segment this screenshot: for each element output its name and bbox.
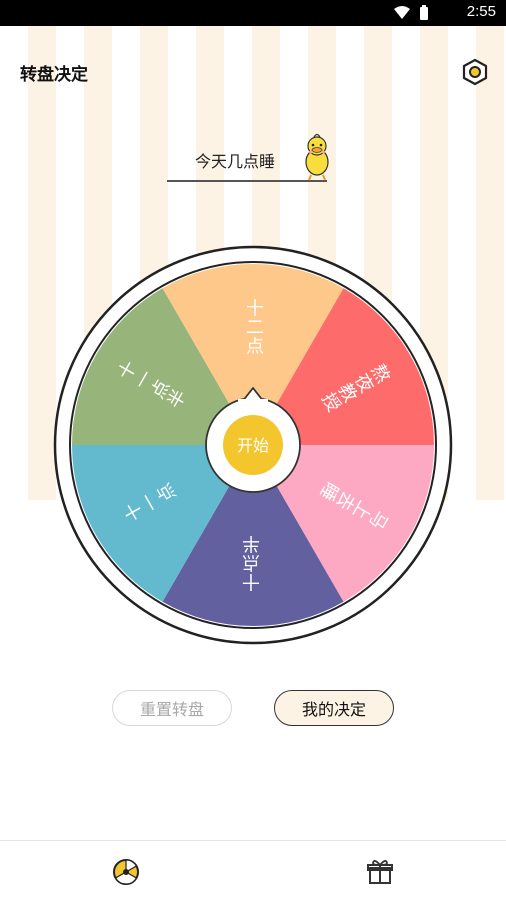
status-bar: 2:55 <box>0 0 506 26</box>
bottom-nav <box>0 840 506 901</box>
wheel-segment-label: 十二点 <box>243 298 264 355</box>
settings-icon[interactable] <box>461 58 489 86</box>
battery-icon <box>420 7 428 20</box>
status-time: 2:55 <box>466 3 496 20</box>
nav-wheel-icon[interactable] <box>111 857 141 887</box>
duck-icon <box>305 133 329 181</box>
status-icons <box>394 5 428 20</box>
wheel-segment-label: 十点半 <box>242 535 263 592</box>
reset-wheel-button[interactable]: 重置转盘 <box>112 690 232 726</box>
topic-text: 今天几点睡 <box>195 152 276 171</box>
page-title: 转盘决定 <box>20 65 88 85</box>
decision-wheel[interactable]: 十二点熬夜教授马上去睡十点半十一点十一点半 开始 <box>52 244 454 646</box>
my-decision-button[interactable]: 我的决定 <box>274 690 394 726</box>
start-label: 开始 <box>237 436 269 455</box>
nav-gift-icon[interactable] <box>365 857 395 887</box>
wifi-icon <box>394 6 410 19</box>
